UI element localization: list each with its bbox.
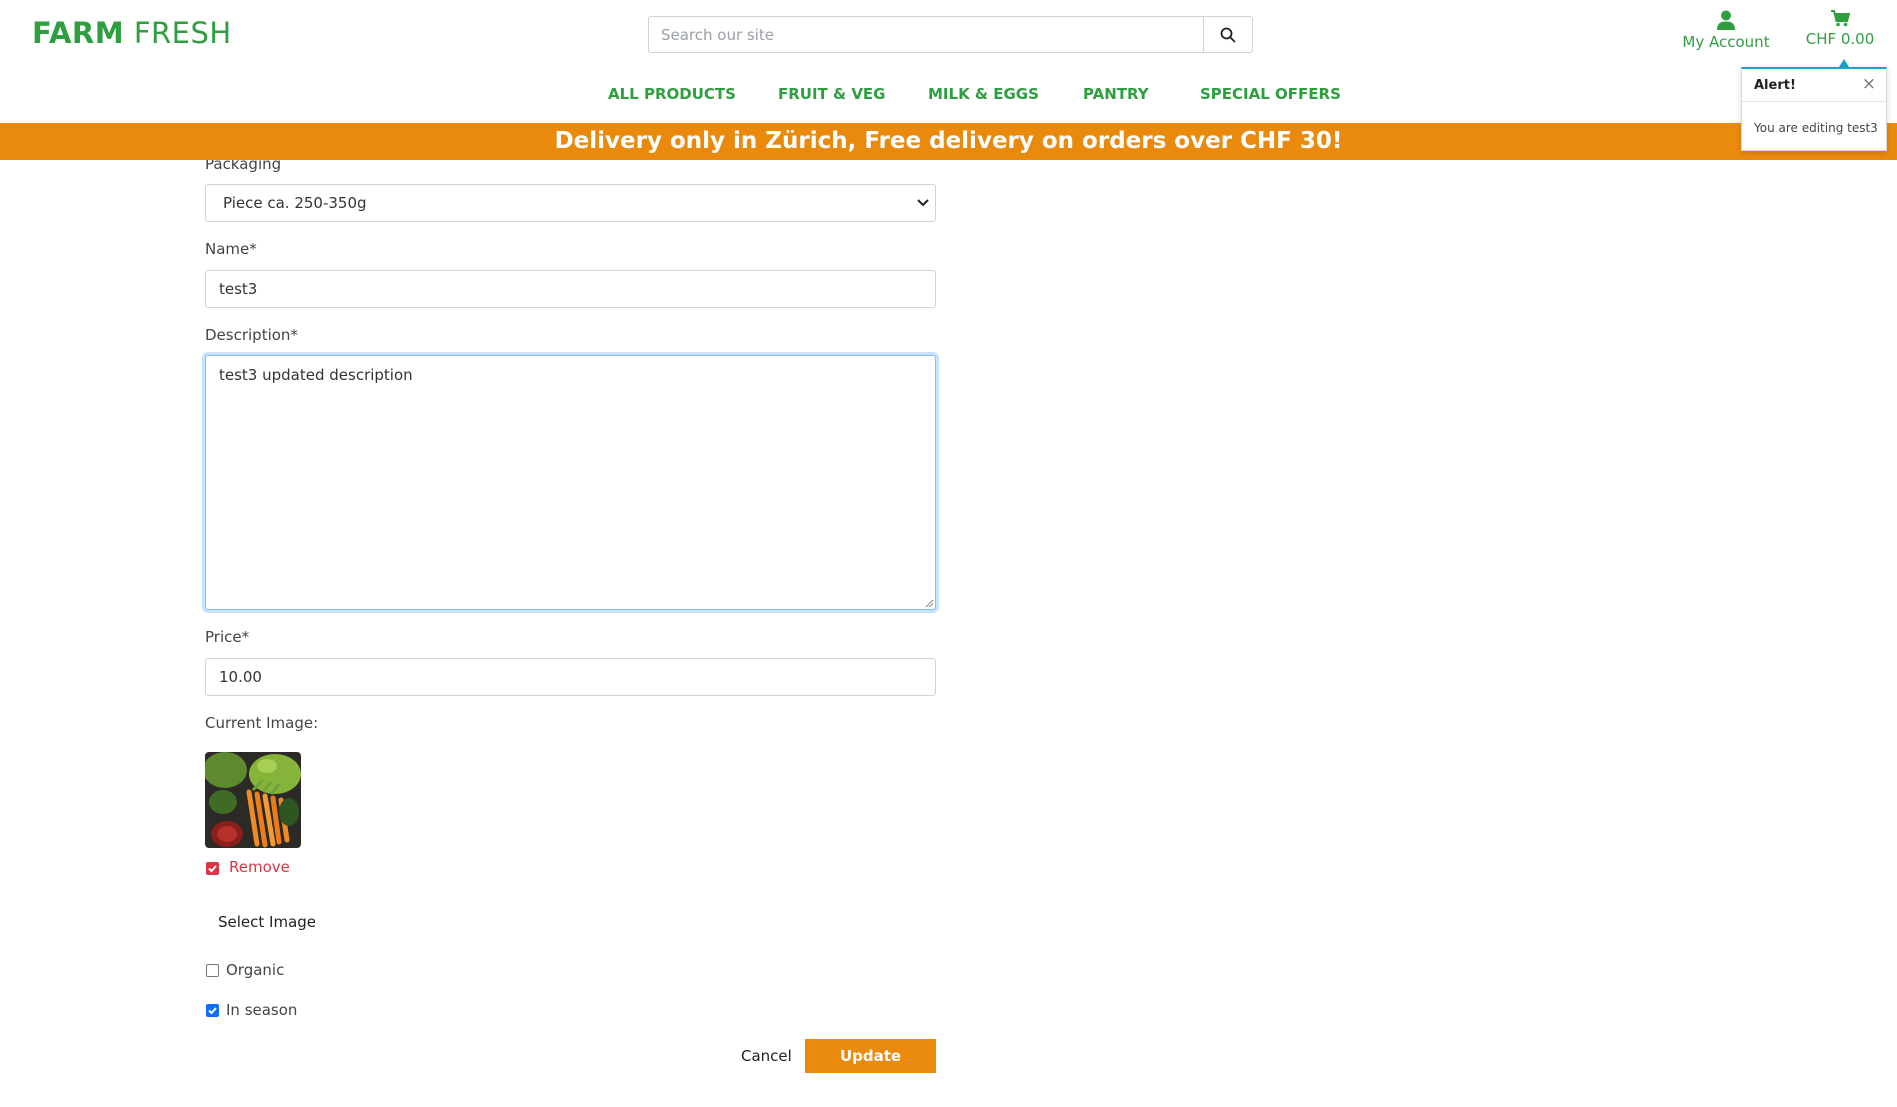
alert-arrow — [1839, 59, 1849, 67]
organic-label[interactable]: Organic — [226, 961, 284, 979]
alert-toast: Alert! × You are editing test3 — [1741, 67, 1887, 151]
chevron-down-icon — [917, 199, 929, 207]
alert-title: Alert! — [1754, 78, 1796, 93]
site-logo[interactable]: FARM FRESH — [32, 16, 232, 50]
logo-bold-text: FARM — [32, 16, 125, 50]
name-value: test3 — [219, 280, 258, 298]
name-label: Name* — [205, 240, 257, 258]
product-image-thumbnail — [205, 752, 301, 848]
description-value: test3 updated description — [219, 366, 413, 384]
nav-milk-eggs[interactable]: MILK & EGGS — [928, 85, 1039, 103]
cart-link[interactable]: CHF 0.00 — [1800, 10, 1880, 48]
in-season-checkbox[interactable] — [206, 1004, 219, 1017]
description-label: Description* — [205, 326, 298, 344]
resize-handle-icon[interactable] — [924, 598, 934, 608]
checkmark-icon — [208, 865, 217, 873]
price-field[interactable]: 10.00 — [205, 658, 936, 696]
update-product-button[interactable]: Update Product — [805, 1039, 936, 1099]
packaging-value: Piece ca. 250-350g — [223, 194, 367, 212]
description-textarea[interactable]: test3 updated description — [205, 355, 936, 610]
delivery-banner: Delivery only in Zürich, Free delivery o… — [0, 123, 1897, 160]
close-icon[interactable]: × — [1862, 74, 1876, 94]
checkmark-icon — [208, 1007, 217, 1015]
search-icon — [1220, 27, 1236, 42]
search-button[interactable] — [1203, 17, 1252, 52]
main-nav: ALL PRODUCTS FRUIT & VEG MILK & EGGS PAN… — [0, 85, 1897, 107]
vegetables-image — [205, 752, 301, 848]
packaging-select[interactable]: Piece ca. 250-350g — [205, 184, 936, 222]
in-season-label[interactable]: In season — [226, 1001, 297, 1019]
nav-pantry[interactable]: PANTRY — [1083, 85, 1149, 103]
price-value: 10.00 — [219, 668, 262, 686]
price-label: Price* — [205, 628, 250, 646]
organic-checkbox[interactable] — [206, 964, 219, 977]
nav-special-offers[interactable]: SPECIAL OFFERS — [1200, 85, 1341, 103]
alert-message: You are editing test3 — [1754, 121, 1878, 135]
my-account-link[interactable]: My Account — [1680, 10, 1772, 51]
nav-fruit-veg[interactable]: FRUIT & VEG — [778, 85, 885, 103]
search-bar — [648, 16, 1253, 53]
search-input[interactable] — [649, 17, 1203, 52]
user-icon — [1717, 10, 1735, 30]
shopping-cart-icon — [1830, 10, 1850, 27]
alert-divider — [1742, 101, 1886, 102]
remove-image-label[interactable]: Remove — [229, 858, 290, 876]
cart-total: CHF 0.00 — [1805, 30, 1875, 48]
nav-all-products[interactable]: ALL PRODUCTS — [608, 85, 736, 103]
my-account-label: My Account — [1682, 33, 1770, 51]
logo-light-text: FRESH — [133, 16, 232, 50]
name-field[interactable]: test3 — [205, 270, 936, 308]
cancel-button[interactable]: Cancel — [741, 1047, 792, 1065]
remove-image-checkbox[interactable] — [206, 862, 219, 875]
current-image-label: Current Image: — [205, 714, 319, 732]
select-image-button[interactable]: Select Image — [218, 913, 316, 931]
